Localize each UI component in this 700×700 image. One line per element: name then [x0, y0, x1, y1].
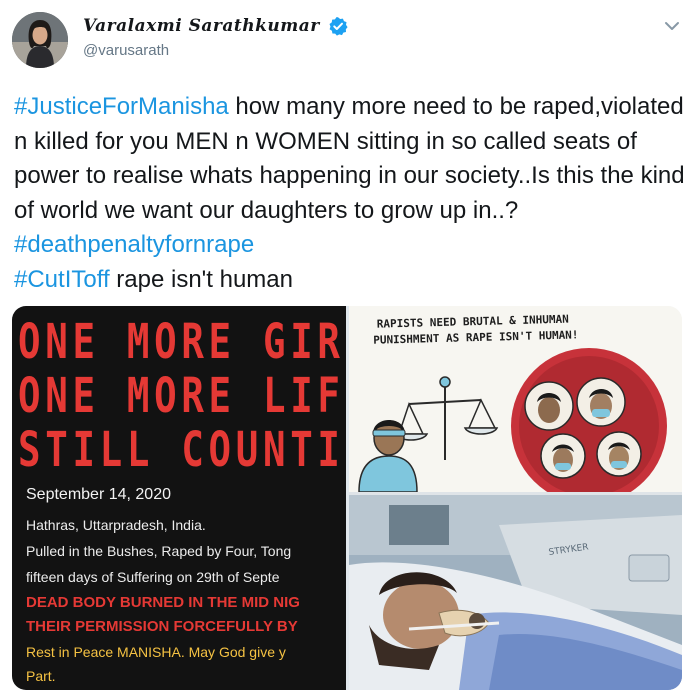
- poster-headline-1: ONE MORE GIR: [18, 314, 345, 370]
- user-avatar-image: [12, 12, 68, 68]
- hashtag-cutitoff[interactable]: #CutIToff: [14, 266, 110, 293]
- author-handle[interactable]: @varusarath: [83, 42, 169, 59]
- poster-red-line-2: THEIR PERMISSION FORCEFULLY BY: [26, 618, 298, 635]
- media-poster-image[interactable]: ONE MORE GIR ONE MORE LIF STILL COUNTI S…: [12, 306, 346, 690]
- poster-location: Hathras, Uttarpradesh, India.: [26, 517, 206, 533]
- media-grid: ONE MORE GIR ONE MORE LIF STILL COUNTI S…: [12, 306, 682, 690]
- poster-detail-2: fifteen days of Suffering on 29th of Sep…: [26, 569, 280, 585]
- poster-red-line-1: DEAD BODY BURNED IN THE MID NIG: [26, 594, 300, 611]
- cartoon-caption: RAPISTS NEED BRUTAL & INHUMAN PUNISHMENT…: [373, 311, 579, 348]
- author-name-row: Varalaxmi Sarathkumar: [83, 16, 348, 36]
- hospital-photo-illustration: STRYKER: [349, 495, 682, 690]
- tweet-text: #JusticeForManisha how many more need to…: [14, 90, 690, 297]
- poster-rip-line-2: Part.: [26, 668, 56, 684]
- poster-date: September 14, 2020: [26, 486, 171, 503]
- tweet-closing-text: rape isn't human: [109, 265, 293, 293]
- avatar[interactable]: [12, 12, 68, 68]
- media-hospital-photo[interactable]: STRYKER: [349, 495, 682, 690]
- verified-badge-icon: [328, 16, 348, 36]
- poster-headline-3: STILL COUNTI: [18, 422, 345, 478]
- hashtag-justiceformanisha[interactable]: #JusticeForManisha: [14, 93, 229, 120]
- poster-detail-1: Pulled in the Bushes, Raped by Four, Ton…: [26, 543, 292, 559]
- poster-headline-2: ONE MORE LIF: [18, 368, 345, 424]
- chevron-down-icon[interactable]: [662, 16, 682, 36]
- media-cartoon-image[interactable]: RAPISTS NEED BRUTAL & INHUMAN PUNISHMENT…: [349, 306, 682, 495]
- poster-rip-line-1: Rest in Peace MANISHA. May God give y: [26, 644, 286, 660]
- hashtag-deathpenaltyfornrape[interactable]: #deathpenaltyfornrape: [14, 231, 254, 258]
- author-display-name[interactable]: Varalaxmi Sarathkumar: [83, 16, 320, 36]
